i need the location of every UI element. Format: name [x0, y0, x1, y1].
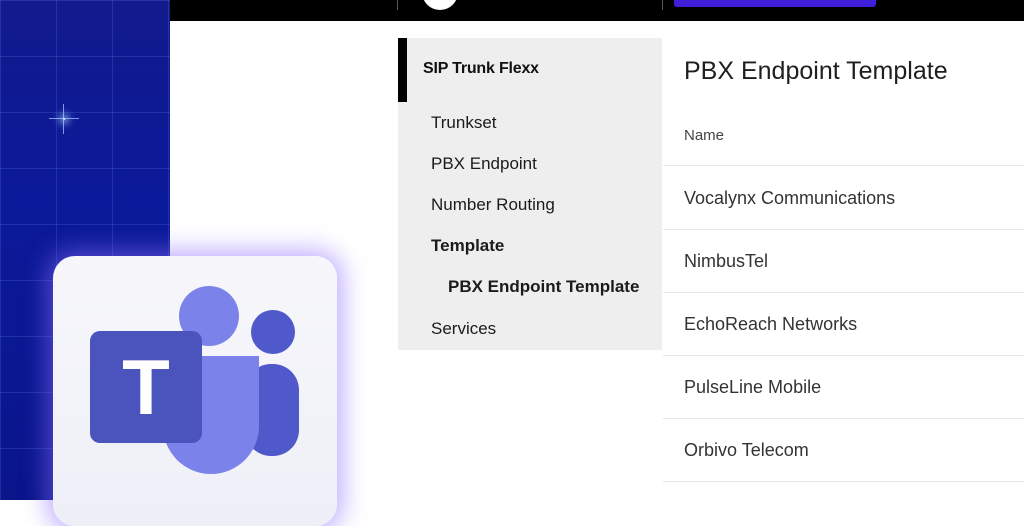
primary-action-button[interactable] [674, 0, 876, 7]
sparkle-decoration [49, 104, 79, 134]
main-content: PBX Endpoint Template Name Vocalynx Comm… [663, 38, 1024, 500]
teams-logo-icon: T [90, 286, 299, 474]
topbar-divider [662, 0, 663, 10]
teams-logo-card: T [53, 256, 337, 526]
sidebar-item-number-routing[interactable]: Number Routing [431, 195, 555, 215]
teams-person-head-back [251, 310, 295, 354]
table-row[interactable]: EchoReach Networks [684, 314, 857, 335]
sidebar-section-title[interactable]: SIP Trunk Flexx [423, 60, 539, 78]
sidebar-item-services[interactable]: Services [431, 319, 496, 339]
row-divider [663, 229, 1024, 230]
sidebar-item-template[interactable]: Template [431, 236, 504, 256]
table-row[interactable]: Orbivo Telecom [684, 440, 809, 461]
column-header-name[interactable]: Name [684, 127, 724, 144]
row-divider [663, 418, 1024, 419]
teams-letter: T [122, 343, 170, 431]
row-divider [663, 292, 1024, 293]
row-divider [663, 355, 1024, 356]
sidebar-item-trunkset[interactable]: Trunkset [431, 113, 497, 133]
table-row[interactable]: Vocalynx Communications [684, 188, 895, 209]
row-divider [663, 481, 1024, 482]
table-row[interactable]: NimbusTel [684, 251, 768, 272]
sidebar-item-pbx-endpoint-template[interactable]: PBX Endpoint Template [448, 277, 639, 297]
row-divider [663, 165, 1024, 166]
page-title: PBX Endpoint Template [684, 57, 948, 85]
top-bar [170, 0, 1024, 21]
sidebar-item-pbx-endpoint[interactable]: PBX Endpoint [431, 154, 537, 174]
active-indicator [398, 38, 407, 102]
sidebar-nav: SIP Trunk Flexx Trunkset PBX Endpoint Nu… [398, 38, 662, 350]
table-row[interactable]: PulseLine Mobile [684, 377, 821, 398]
topbar-divider [397, 0, 398, 10]
user-avatar[interactable] [422, 0, 458, 10]
